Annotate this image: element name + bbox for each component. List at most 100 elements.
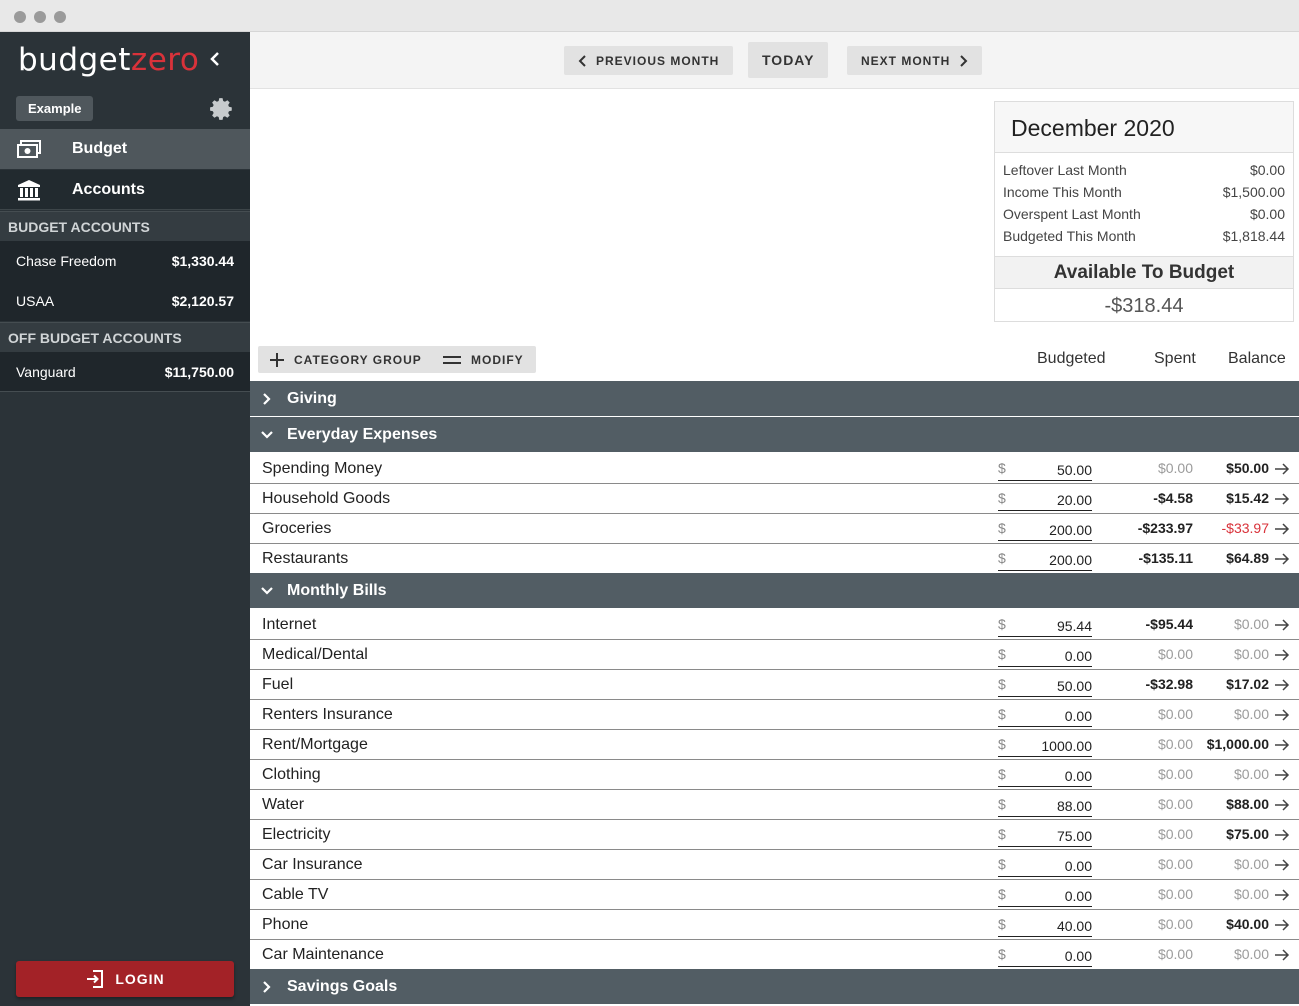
arrow-right-icon[interactable] bbox=[1274, 552, 1290, 566]
main-panel: PREVIOUS MONTH TODAY NEXT MONTH December… bbox=[250, 32, 1299, 1006]
account-vanguard[interactable]: Vanguard $11,750.00 bbox=[0, 352, 250, 392]
arrow-right-icon[interactable] bbox=[1274, 648, 1290, 662]
category-row[interactable]: Spending Money $50.00 $0.00 $50.00 bbox=[250, 454, 1299, 484]
summary-row-overspent: Overspent Last Month $0.00 bbox=[1003, 206, 1285, 222]
arrow-right-icon[interactable] bbox=[1274, 708, 1290, 722]
category-row[interactable]: Phone $40.00 $0.00 $40.00 bbox=[250, 910, 1299, 940]
category-row[interactable]: Car Maintenance $0.00 $0.00 $0.00 bbox=[250, 940, 1299, 970]
category-name[interactable]: Medical/Dental bbox=[262, 646, 368, 664]
category-row[interactable]: Rent/Mortgage $1000.00 $0.00 $1,000.00 bbox=[250, 730, 1299, 760]
category-name[interactable]: Restaurants bbox=[262, 550, 348, 568]
arrow-right-icon[interactable] bbox=[1274, 462, 1290, 476]
category-row[interactable]: Internet $95.44 -$95.44 $0.00 bbox=[250, 610, 1299, 640]
category-name[interactable]: Electricity bbox=[262, 826, 330, 844]
arrow-right-icon[interactable] bbox=[1274, 828, 1290, 842]
arrow-right-icon[interactable] bbox=[1274, 948, 1290, 962]
budgeted-input[interactable]: 1000.00 bbox=[998, 733, 1092, 757]
category-row[interactable]: Cable TV $0.00 $0.00 $0.00 bbox=[250, 880, 1299, 910]
today-button[interactable]: TODAY bbox=[748, 42, 829, 78]
account-name: USAA bbox=[16, 293, 55, 309]
nav-budget[interactable]: Budget bbox=[0, 129, 250, 169]
budgeted-input[interactable]: 200.00 bbox=[998, 517, 1092, 541]
budgeted-input[interactable]: 88.00 bbox=[998, 793, 1092, 817]
category-name[interactable]: Spending Money bbox=[262, 460, 382, 478]
arrow-right-icon[interactable] bbox=[1274, 768, 1290, 782]
category-row[interactable]: Groceries $200.00 -$233.97 -$33.97 bbox=[250, 514, 1299, 544]
spent-amount: -$135.11 bbox=[1138, 550, 1194, 566]
category-row[interactable]: Car Insurance $0.00 $0.00 $0.00 bbox=[250, 850, 1299, 880]
window-close-dot[interactable] bbox=[14, 11, 26, 23]
collapse-sidebar-icon[interactable] bbox=[204, 47, 228, 71]
category-name[interactable]: Household Goods bbox=[262, 490, 390, 508]
budgeted-input[interactable]: 0.00 bbox=[998, 883, 1092, 907]
category-row[interactable]: Medical/Dental $0.00 $0.00 $0.00 bbox=[250, 640, 1299, 670]
category-row[interactable]: Restaurants $200.00 -$135.11 $64.89 bbox=[250, 544, 1299, 574]
previous-month-button[interactable]: PREVIOUS MONTH bbox=[564, 46, 734, 75]
category-name[interactable]: Renters Insurance bbox=[262, 706, 393, 724]
budget-name-badge[interactable]: Example bbox=[16, 96, 94, 121]
budgeted-input[interactable]: 0.00 bbox=[998, 943, 1092, 967]
budgeted-input[interactable]: 50.00 bbox=[998, 673, 1092, 697]
arrow-right-icon[interactable] bbox=[1274, 522, 1290, 536]
category-name[interactable]: Groceries bbox=[262, 520, 331, 538]
category-group-row[interactable]: Savings Goals bbox=[250, 969, 1299, 1005]
category-row[interactable]: Household Goods $20.00 -$4.58 $15.42 bbox=[250, 484, 1299, 514]
nav-accounts[interactable]: Accounts bbox=[0, 170, 250, 210]
account-chase-freedom[interactable]: Chase Freedom $1,330.44 bbox=[0, 241, 250, 281]
budgeted-input[interactable]: 50.00 bbox=[998, 457, 1092, 481]
window-zoom-dot[interactable] bbox=[54, 11, 66, 23]
login-label: LOGIN bbox=[115, 971, 165, 987]
category-group-name: Savings Goals bbox=[287, 977, 398, 995]
budgeted-input[interactable]: 0.00 bbox=[998, 763, 1092, 787]
chevron-down-icon[interactable] bbox=[260, 428, 274, 442]
budgeted-input[interactable]: 0.00 bbox=[998, 853, 1092, 877]
arrow-right-icon[interactable] bbox=[1274, 738, 1290, 752]
category-name[interactable]: Internet bbox=[262, 616, 316, 634]
summary-label: Income This Month bbox=[1003, 184, 1122, 200]
add-category-group-button[interactable]: CATEGORY GROUP bbox=[258, 346, 434, 373]
category-row[interactable]: Electricity $75.00 $0.00 $75.00 bbox=[250, 820, 1299, 850]
arrow-right-icon[interactable] bbox=[1274, 918, 1290, 932]
arrow-right-icon[interactable] bbox=[1274, 888, 1290, 902]
spent-amount: $0.00 bbox=[1157, 916, 1193, 932]
budgeted-input[interactable]: 20.00 bbox=[998, 487, 1092, 511]
arrow-right-icon[interactable] bbox=[1274, 858, 1290, 872]
settings-gear-icon[interactable] bbox=[209, 96, 235, 122]
budgeted-input[interactable]: 0.00 bbox=[998, 703, 1092, 727]
category-row[interactable]: Fuel $50.00 -$32.98 $17.02 bbox=[250, 670, 1299, 700]
month-summary-card: December 2020 Leftover Last Month $0.00 I… bbox=[994, 101, 1294, 322]
category-name[interactable]: Phone bbox=[262, 916, 308, 934]
arrow-right-icon[interactable] bbox=[1274, 492, 1290, 506]
summary-month-title: December 2020 bbox=[995, 102, 1293, 153]
arrow-right-icon[interactable] bbox=[1274, 618, 1290, 632]
category-name[interactable]: Car Maintenance bbox=[262, 946, 384, 964]
arrow-right-icon[interactable] bbox=[1274, 678, 1290, 692]
next-month-button[interactable]: NEXT MONTH bbox=[847, 46, 983, 75]
category-name[interactable]: Car Insurance bbox=[262, 856, 363, 874]
budgeted-input[interactable]: 200.00 bbox=[998, 547, 1092, 571]
category-name[interactable]: Cable TV bbox=[262, 886, 328, 904]
category-name[interactable]: Rent/Mortgage bbox=[262, 736, 368, 754]
category-row[interactable]: Clothing $0.00 $0.00 $0.00 bbox=[250, 760, 1299, 790]
budgeted-input[interactable]: 95.44 bbox=[998, 613, 1092, 637]
account-usaa[interactable]: USAA $2,120.57 bbox=[0, 281, 250, 321]
modify-button[interactable]: MODIFY bbox=[431, 346, 536, 373]
category-group-row[interactable]: Monthly Bills bbox=[250, 573, 1299, 609]
category-group-row[interactable]: Giving bbox=[250, 381, 1299, 417]
category-name[interactable]: Water bbox=[262, 796, 304, 814]
arrow-right-icon[interactable] bbox=[1274, 798, 1290, 812]
window-minimize-dot[interactable] bbox=[34, 11, 46, 23]
category-row[interactable]: Renters Insurance $0.00 $0.00 $0.00 bbox=[250, 700, 1299, 730]
summary-row-leftover: Leftover Last Month $0.00 bbox=[1003, 162, 1285, 178]
category-name[interactable]: Clothing bbox=[262, 766, 321, 784]
budgeted-input[interactable]: 40.00 bbox=[998, 913, 1092, 937]
chevron-down-icon[interactable] bbox=[260, 584, 274, 598]
chevron-right-icon[interactable] bbox=[260, 980, 274, 994]
budgeted-input[interactable]: 0.00 bbox=[998, 643, 1092, 667]
category-group-row[interactable]: Everyday Expenses bbox=[250, 417, 1299, 453]
category-row[interactable]: Water $88.00 $0.00 $88.00 bbox=[250, 790, 1299, 820]
chevron-right-icon[interactable] bbox=[260, 392, 274, 406]
login-button[interactable]: LOGIN bbox=[16, 961, 234, 997]
budgeted-input[interactable]: 75.00 bbox=[998, 823, 1092, 847]
category-name[interactable]: Fuel bbox=[262, 676, 293, 694]
